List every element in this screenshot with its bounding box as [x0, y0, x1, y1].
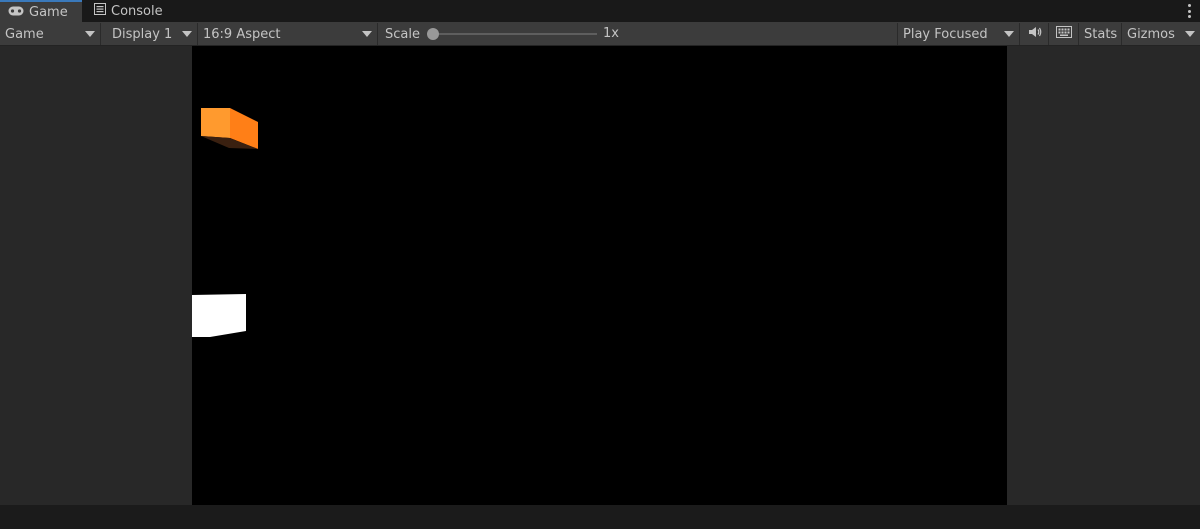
game-view-dropdown[interactable]: Game	[0, 23, 101, 45]
console-icon	[94, 3, 106, 19]
gizmos-button[interactable]: Gizmos	[1122, 23, 1200, 45]
scale-label: Scale	[385, 26, 420, 42]
tab-game[interactable]: Game	[0, 0, 82, 22]
scale-control: Scale 1x	[379, 23, 629, 45]
orange-cube	[201, 108, 258, 149]
play-mode-dropdown[interactable]: Play Focused	[897, 23, 1020, 45]
chevron-down-icon	[182, 31, 192, 37]
gizmos-label: Gizmos	[1127, 26, 1175, 42]
display-label: Display 1	[112, 26, 173, 42]
keyboard-icon	[1055, 26, 1072, 42]
play-mode-label: Play Focused	[903, 26, 988, 42]
scale-slider-track[interactable]	[433, 33, 597, 35]
stats-button[interactable]: Stats	[1079, 23, 1122, 45]
mute-audio-button[interactable]	[1021, 23, 1049, 45]
scale-slider-handle[interactable]	[427, 28, 439, 40]
game-viewport[interactable]	[192, 46, 1007, 505]
display-dropdown[interactable]: Display 1	[102, 23, 198, 45]
chevron-down-icon	[362, 31, 372, 37]
status-strip	[0, 505, 1200, 529]
chevron-down-icon	[1185, 31, 1195, 37]
speaker-icon	[1028, 26, 1042, 42]
aspect-label: 16:9 Aspect	[203, 26, 281, 42]
game-view-area	[0, 46, 1200, 505]
unity-game-window: Game Console Game Display 1 16:9 Aspect …	[0, 0, 1200, 529]
shortcuts-button[interactable]	[1049, 23, 1079, 45]
game-toolbar: Game Display 1 16:9 Aspect Scale 1x Play…	[0, 22, 1200, 46]
tab-console-label: Console	[111, 3, 163, 19]
white-cube	[192, 294, 246, 337]
tab-game-label: Game	[29, 4, 68, 20]
aspect-dropdown[interactable]: 16:9 Aspect	[198, 23, 378, 45]
scale-value: 1x	[603, 26, 619, 41]
gamepad-icon	[8, 5, 24, 20]
more-options-icon[interactable]	[1186, 3, 1192, 19]
stats-label: Stats	[1084, 26, 1118, 42]
game-view-label: Game	[5, 26, 44, 42]
chevron-down-icon	[85, 31, 95, 37]
tab-bar: Game Console	[0, 0, 1200, 22]
tab-console[interactable]: Console	[86, 0, 176, 22]
chevron-down-icon	[1004, 31, 1014, 37]
